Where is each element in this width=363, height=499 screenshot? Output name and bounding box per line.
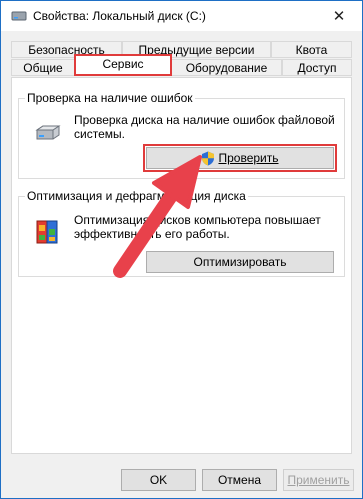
apply-button-label: Применить: [287, 473, 350, 487]
error-check-desc-line2: системы.: [74, 127, 125, 141]
dialog-footer: OK Отмена Применить: [1, 461, 362, 498]
optimize-title: Оптимизация и дефрагментация диска: [25, 189, 248, 203]
drive-title-icon: [11, 11, 27, 21]
optimize-button-label: Оптимизировать: [193, 255, 287, 269]
tab-quota[interactable]: Квота: [271, 41, 352, 58]
ok-button[interactable]: OK: [121, 469, 196, 491]
title-bar[interactable]: Свойства: Локальный диск (C:) ✕: [1, 1, 362, 31]
apply-button[interactable]: Применить: [283, 469, 354, 491]
cancel-button-label: Отмена: [217, 473, 262, 487]
tools-panel: Проверка на наличие ошибок Проверка диск…: [11, 77, 352, 454]
tab-sharing[interactable]: Доступ: [282, 59, 352, 76]
error-check-group: Проверка на наличие ошибок Проверка диск…: [18, 91, 345, 179]
close-button[interactable]: ✕: [316, 1, 362, 31]
optimize-button[interactable]: Оптимизировать: [146, 251, 334, 273]
defrag-icon: [36, 220, 58, 244]
drive-icon: [35, 125, 61, 140]
ok-button-label: OK: [149, 473, 168, 487]
check-button[interactable]: Проверить: [143, 144, 337, 172]
tab-hardware[interactable]: Оборудование: [171, 59, 282, 76]
check-button-label: Проверить: [218, 151, 279, 165]
error-check-desc-line1: Проверка диска на наличие ошибок файлово…: [74, 113, 335, 127]
properties-window: Свойства: Локальный диск (C:) ✕ Безопасн…: [0, 0, 363, 499]
close-icon: ✕: [332, 8, 346, 25]
error-check-title: Проверка на наличие ошибок: [25, 91, 195, 105]
optimize-desc-line2: эффективность его работы.: [74, 227, 230, 241]
tab-tools[interactable]: Сервис: [74, 54, 172, 76]
cancel-button[interactable]: Отмена: [202, 469, 277, 491]
window-title: Свойства: Локальный диск (C:): [33, 9, 206, 23]
optimize-desc-line1: Оптимизация дисков компьютера повышает: [74, 213, 321, 227]
optimize-group: Оптимизация и дефрагментация диска Оптим…: [18, 189, 345, 277]
tab-general[interactable]: Общие: [11, 59, 75, 76]
uac-shield-icon: [202, 151, 215, 165]
